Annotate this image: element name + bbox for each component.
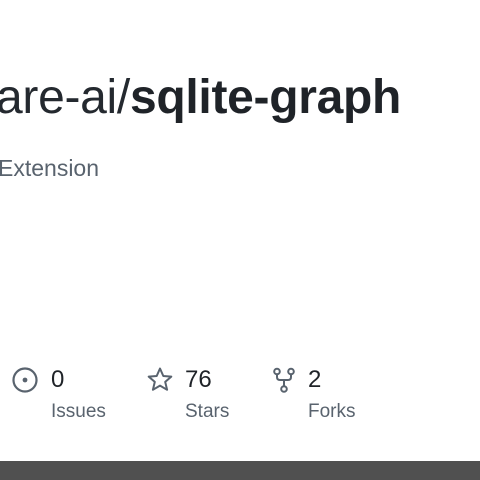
stars-label: Stars: [185, 401, 230, 422]
stars-count: 76: [185, 366, 212, 393]
forks-count: 2: [308, 366, 322, 393]
issue-opened-icon: [12, 367, 38, 393]
repo-description: Extension: [0, 155, 100, 181]
forks-label: Forks: [308, 401, 356, 422]
issues-count: 0: [51, 366, 65, 393]
bottom-bar: [0, 461, 480, 480]
repo-forked-icon: [273, 367, 295, 393]
repo-owner[interactable]: are-ai/: [0, 71, 130, 124]
repo-stats: 0 Issues 76 Stars 2 Forks: [0, 364, 480, 434]
repo-title: are-ai/sqlite-graph: [0, 70, 401, 126]
star-icon: [147, 367, 173, 391]
issues-label: Issues: [51, 401, 106, 422]
repo-name[interactable]: sqlite-graph: [130, 71, 401, 124]
